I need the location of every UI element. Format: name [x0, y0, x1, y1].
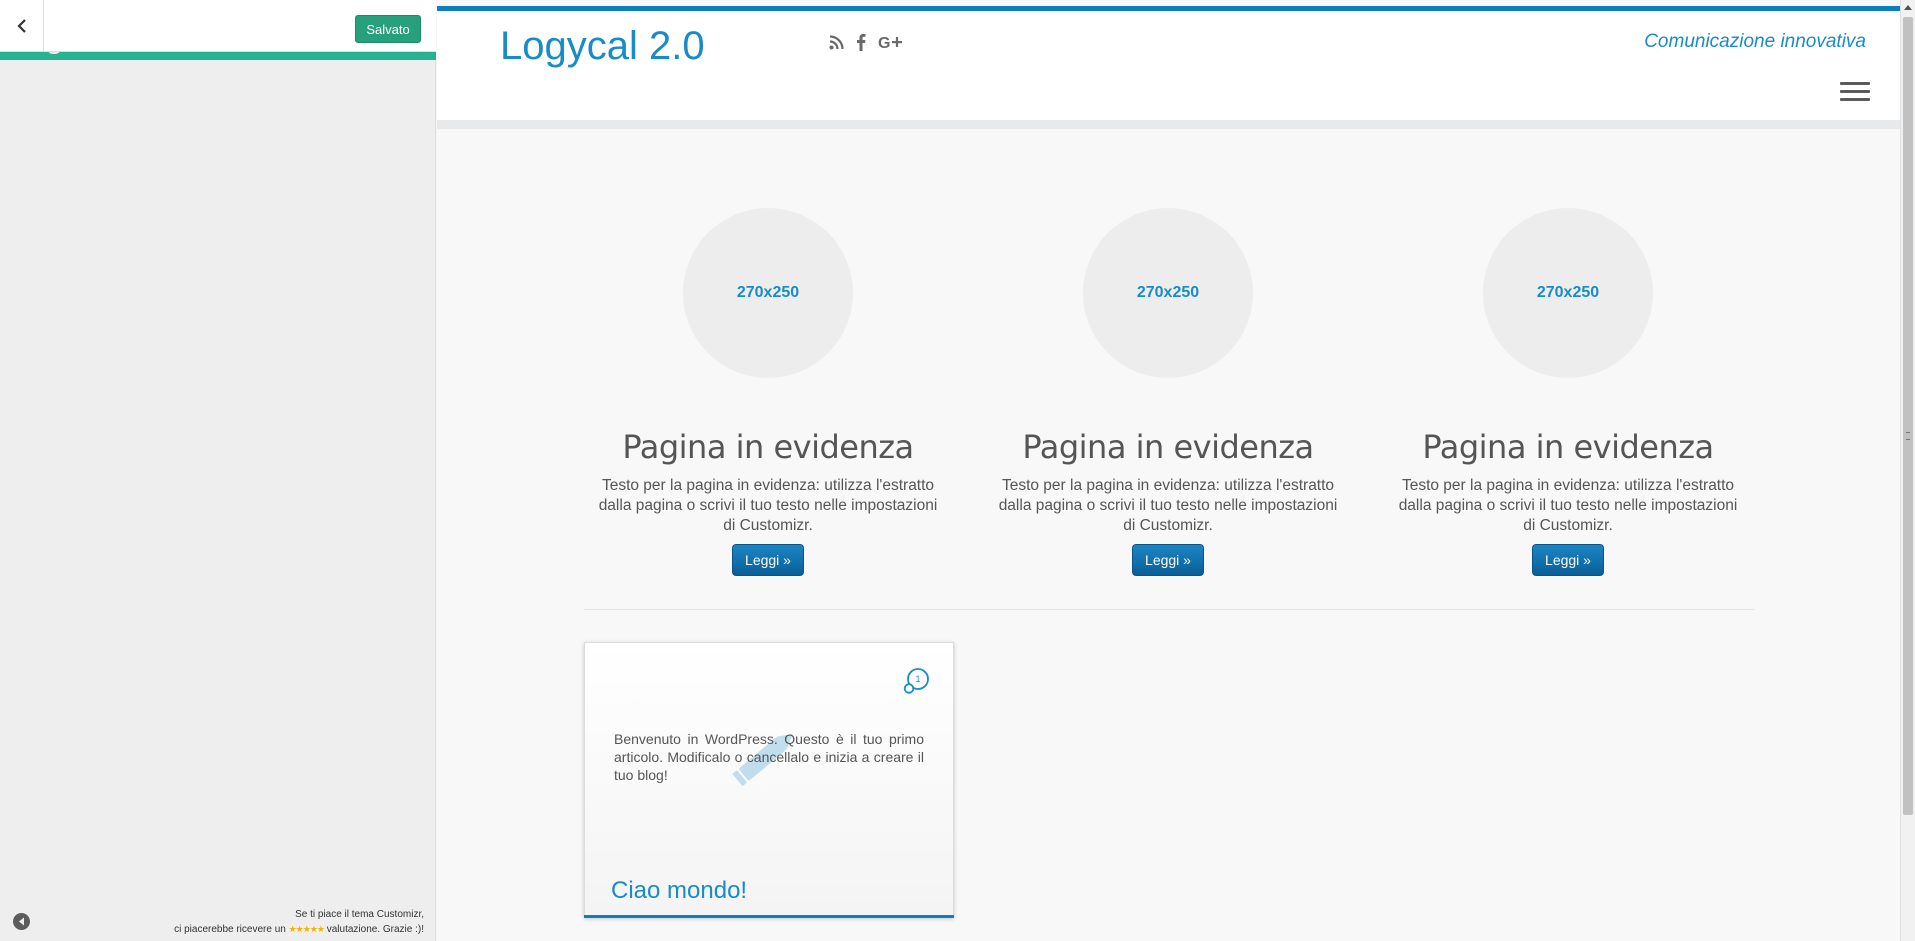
comment-count: 1: [915, 674, 920, 684]
chevron-left-icon: [16, 19, 26, 33]
scrollbar-grip: [1906, 432, 1910, 440]
featured-page-1: 270x250 Pagina in evidenza Testo per la …: [588, 208, 948, 576]
featured-thumbnail[interactable]: 270x250: [1083, 208, 1253, 378]
save-button[interactable]: Salvato: [355, 15, 421, 43]
rating-prefix: ci piacerebbe ricevere un: [174, 924, 286, 935]
customizer-section-bar: [0, 52, 436, 60]
vertical-scrollbar[interactable]: [1900, 0, 1915, 941]
featured-text: Testo per la pagina in evidenza: utilizz…: [998, 477, 1338, 534]
rating-line-1: Se ti piace il tema Customizr,: [295, 909, 424, 920]
google-plus-icon[interactable]: G: [878, 34, 904, 50]
rating-request-text: Se ti piace il tema Customizr, ci piacer…: [174, 908, 424, 937]
section-title-fragment: [47, 52, 61, 54]
rating-suffix: valutazione. Grazie :)!: [326, 924, 424, 935]
featured-thumbnail[interactable]: 270x250: [1483, 208, 1653, 378]
svg-text:G: G: [878, 35, 890, 50]
site-title[interactable]: Logycal 2.0: [500, 24, 705, 69]
customizer-footer: Se ti piace il tema Customizr, ci piacer…: [0, 907, 436, 941]
post-title[interactable]: Ciao mondo!: [611, 877, 747, 905]
scrollbar-thumb[interactable]: [1903, 17, 1913, 815]
read-more-button[interactable]: Leggi »: [1532, 544, 1604, 576]
post-card-accent: [584, 915, 954, 918]
featured-title[interactable]: Pagina in evidenza: [588, 428, 948, 466]
featured-title[interactable]: Pagina in evidenza: [988, 428, 1348, 466]
featured-thumbnail[interactable]: 270x250: [683, 208, 853, 378]
customizer-panel: Salvato Se ti piace il tema Customizr, c…: [0, 0, 436, 941]
scroll-up-arrow-icon[interactable]: [1904, 5, 1912, 10]
site-tagline: Comunicazione innovativa: [1644, 31, 1866, 52]
post-excerpt: Benvenuto in WordPress. Questo è il tuo …: [614, 731, 924, 783]
featured-text: Testo per la pagina in evidenza: utilizz…: [1398, 477, 1738, 534]
customizer-header: Salvato: [0, 0, 436, 52]
facebook-icon[interactable]: [856, 33, 866, 51]
rss-icon[interactable]: [829, 34, 844, 50]
featured-page-2: 270x250 Pagina in evidenza Testo per la …: [988, 208, 1348, 576]
section-divider: [584, 609, 1754, 610]
back-button[interactable]: [0, 0, 44, 52]
menu-hamburger-icon[interactable]: [1840, 82, 1870, 102]
collapse-sidebar-icon[interactable]: [13, 913, 30, 930]
featured-page-3: 270x250 Pagina in evidenza Testo per la …: [1388, 208, 1748, 576]
post-card[interactable]: 1 Benvenuto in WordPress. Questo è il tu…: [584, 642, 954, 918]
featured-title[interactable]: Pagina in evidenza: [1388, 428, 1748, 466]
read-more-button[interactable]: Leggi »: [732, 544, 804, 576]
read-more-button[interactable]: Leggi »: [1132, 544, 1204, 576]
site-preview: Logycal 2.0 G Comunicazione innovativa 2…: [437, 0, 1900, 941]
site-header: Logycal 2.0 G Comunicazione innovativa: [437, 11, 1900, 129]
featured-text: Testo per la pagina in evidenza: utilizz…: [598, 477, 938, 534]
rating-stars-link[interactable]: ★★★★★: [289, 924, 325, 934]
social-links: G: [829, 33, 904, 51]
comment-count-badge[interactable]: 1: [900, 665, 932, 697]
rating-line-2: ci piacerebbe ricevere un ★★★★★ valutazi…: [174, 922, 424, 937]
